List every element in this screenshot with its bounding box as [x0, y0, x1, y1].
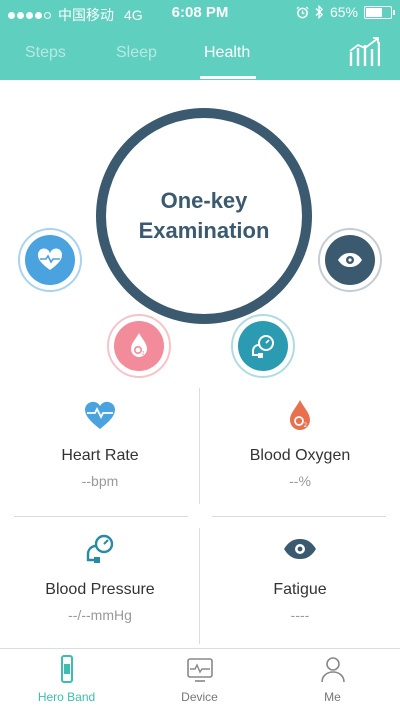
blood-pressure-button[interactable] — [231, 314, 295, 378]
fatigue-value: ---- — [200, 607, 400, 623]
status-right: 65% — [296, 4, 395, 20]
heart-rate-number: -- — [81, 473, 92, 489]
battery-percent: 65% — [329, 4, 358, 20]
heart-rate-icon — [85, 401, 115, 429]
fatigue-eye-icon — [284, 539, 316, 559]
blood-pressure-number: --/-- — [68, 607, 91, 623]
alarm-icon — [296, 5, 309, 18]
tab-sleep[interactable]: Sleep — [116, 44, 157, 62]
nav-hero-band[interactable]: Hero Band — [0, 655, 133, 704]
chart-stats-icon[interactable] — [348, 36, 380, 68]
blood-oxygen-label: Blood Oxygen — [249, 447, 351, 464]
header-bar: 中国移动 4G 6:08 PM 65% Steps Sleep Health — [0, 0, 400, 80]
heart-rate-button-inner — [25, 235, 75, 285]
status-bar: 中国移动 4G 6:08 PM 65% — [0, 0, 400, 26]
svg-text:2: 2 — [304, 422, 308, 429]
blood-pressure-unit: mmHg — [90, 607, 132, 623]
bluetooth-icon — [315, 5, 324, 19]
pressure-gauge-icon — [252, 335, 274, 358]
heart-rate-unit: bpm — [91, 473, 119, 489]
fatigue-button-inner — [325, 235, 375, 285]
heart-rate-value: --bpm — [0, 473, 200, 489]
blood-pressure-card[interactable]: Blood Pressure --/--mmHg — [0, 532, 200, 623]
top-tabs: Steps Sleep Health — [0, 36, 400, 80]
blood-oxygen-button[interactable]: 2 — [107, 314, 171, 378]
heart-pulse-icon — [37, 248, 63, 270]
person-icon — [320, 657, 345, 683]
eye-icon — [338, 253, 362, 267]
svg-text:2: 2 — [142, 351, 145, 357]
grid-divider-horizontal-right — [212, 516, 386, 517]
fatigue-label: Fatigue — [273, 581, 327, 598]
heart-rate-button[interactable] — [18, 228, 82, 292]
blood-pressure-button-inner — [238, 321, 288, 371]
blood-pressure-value: --/--mmHg — [0, 607, 200, 623]
band-icon — [60, 655, 73, 683]
heart-rate-card[interactable]: Heart Rate --bpm — [0, 398, 200, 489]
fatigue-card[interactable]: Fatigue ---- — [200, 532, 400, 623]
battery-icon — [364, 5, 395, 19]
blood-oxygen-card[interactable]: 2 Blood Oxygen --% — [200, 398, 400, 489]
grid-divider-horizontal-left — [14, 516, 188, 517]
blood-oxygen-button-inner: 2 — [114, 321, 164, 371]
battery-fill — [366, 7, 382, 17]
one-key-examination-button[interactable]: One-key Examination — [96, 108, 312, 324]
oxygen-drop-icon: 2 — [131, 333, 147, 357]
blood-oxygen-icon: 2 — [290, 400, 310, 430]
nav-me-label: Me — [324, 690, 341, 704]
bottom-nav: Hero Band Device Me — [0, 648, 400, 711]
blood-oxygen-value: --% — [200, 473, 400, 489]
blood-oxygen-unit: % — [298, 473, 311, 489]
nav-me[interactable]: Me — [266, 655, 399, 704]
blood-pressure-label: Blood Pressure — [45, 581, 155, 598]
tab-health[interactable]: Health — [204, 44, 250, 62]
nav-device[interactable]: Device — [133, 655, 266, 704]
fatigue-button[interactable] — [318, 228, 382, 292]
tab-steps[interactable]: Steps — [25, 44, 66, 62]
nav-device-label: Device — [181, 690, 218, 704]
fatigue-number: ---- — [290, 607, 310, 623]
device-monitor-icon — [186, 658, 213, 682]
tab-active-underline — [200, 76, 256, 79]
one-key-examination-label: One-key Examination — [138, 188, 270, 243]
heart-rate-label: Heart Rate — [61, 447, 139, 464]
blood-pressure-icon — [86, 534, 114, 563]
nav-hero-band-label: Hero Band — [37, 690, 96, 704]
